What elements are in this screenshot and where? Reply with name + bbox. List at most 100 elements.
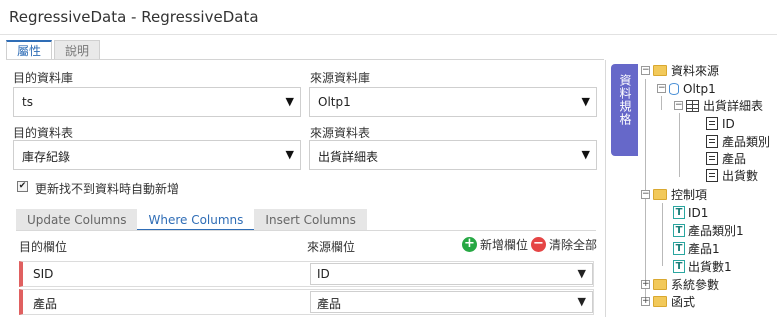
source-table-label: 來源資料表: [310, 126, 371, 140]
tree-node-field[interactable]: 出貨數: [706, 167, 758, 184]
expand-icon[interactable]: +: [641, 297, 650, 306]
tab-insert-columns[interactable]: Insert Columns: [254, 209, 367, 231]
tree-node-field[interactable]: ID: [706, 115, 735, 132]
field-icon: [706, 135, 718, 148]
tab-description[interactable]: 說明: [54, 40, 101, 60]
table-row[interactable]: 產品 產品 ▼: [19, 289, 594, 315]
folder-icon: [653, 189, 667, 200]
source-column-value: 產品: [317, 297, 342, 311]
text-control-icon: T: [673, 224, 685, 237]
tabs-divider: [6, 59, 604, 60]
tab-update-columns[interactable]: Update Columns: [16, 209, 138, 231]
plus-circle-icon: +: [462, 236, 477, 252]
tree-node-control[interactable]: T 產品類別1: [673, 222, 744, 239]
auto-insert-label: 更新找不到資料時自動新增: [35, 182, 180, 196]
data-spec-label: 資料規格: [618, 74, 632, 126]
expand-icon[interactable]: +: [641, 280, 650, 289]
auto-insert-checkbox[interactable]: ✔: [17, 181, 28, 192]
column-tabs-divider: [16, 230, 596, 231]
tree-label: 產品1: [688, 242, 720, 256]
target-db-select[interactable]: ts ▼: [13, 87, 301, 117]
target-db-label: 目的資料庫: [13, 71, 74, 85]
collapse-icon[interactable]: −: [657, 84, 666, 93]
tree-node-table[interactable]: − 出貨詳細表: [674, 97, 763, 114]
folder-icon: [653, 65, 667, 76]
tree-label: 出貨詳細表: [703, 99, 764, 113]
target-column-name: SID: [33, 267, 54, 281]
tree-node-control[interactable]: T 出貨數1: [673, 258, 732, 275]
data-spec-side-tab[interactable]: 資料規格: [611, 64, 638, 156]
tree-node-control[interactable]: T ID1: [673, 204, 708, 221]
tree-label: ID1: [688, 205, 709, 220]
field-icon: [706, 169, 718, 182]
source-db-select[interactable]: Oltp1 ▼: [309, 87, 597, 117]
field-icon: [706, 152, 718, 165]
add-column-label: 新增欄位: [480, 237, 529, 252]
target-table-select[interactable]: 庫存紀錄 ▼: [13, 140, 301, 170]
tree-label: 產品類別: [722, 135, 771, 149]
tree-label: 產品類別1: [688, 224, 744, 238]
folder-icon: [653, 279, 667, 290]
panel-divider: [605, 60, 606, 317]
tree-node-control[interactable]: T 產品1: [673, 240, 720, 257]
target-column-header: 目的欄位: [19, 240, 68, 254]
chevron-down-icon: ▼: [285, 95, 294, 108]
source-table-value: 出貨詳細表: [318, 150, 379, 164]
chevron-down-icon: ▼: [581, 95, 590, 108]
tree-node-field[interactable]: 產品類別: [706, 133, 770, 150]
source-column-select[interactable]: 產品 ▼: [310, 291, 593, 313]
window-title: RegressiveData - RegressiveData: [9, 8, 259, 26]
tree-node-field[interactable]: 產品: [706, 150, 746, 167]
collapse-icon[interactable]: −: [674, 101, 683, 110]
field-icon: [706, 117, 718, 130]
target-table-label: 目的資料表: [13, 126, 74, 140]
tree-label: 資料來源: [671, 64, 720, 78]
column-tabs: Update Columns Where Columns Insert Colu…: [16, 209, 367, 231]
table-icon: [686, 99, 699, 112]
tree-node-db[interactable]: − Oltp1: [657, 80, 716, 97]
property-tabs: 屬性 說明: [6, 40, 102, 60]
target-db-value: ts: [22, 95, 33, 109]
tree-node-data-source[interactable]: − 資料來源: [641, 62, 719, 79]
chevron-down-icon: ▼: [581, 148, 590, 161]
tree-label: 出貨數1: [688, 260, 732, 274]
source-table-select[interactable]: 出貨詳細表 ▼: [309, 140, 597, 170]
chevron-down-icon: ▼: [285, 148, 294, 161]
tree-label: 出貨數: [722, 169, 759, 183]
tree-label: Oltp1: [683, 81, 716, 96]
title-divider: [0, 34, 777, 35]
chevron-down-icon: ▼: [577, 267, 586, 280]
source-db-label: 來源資料庫: [310, 71, 371, 85]
tree-label: 產品: [722, 152, 747, 166]
source-column-value: ID: [317, 267, 330, 281]
tree-label: ID: [722, 116, 735, 131]
source-column-select[interactable]: ID ▼: [310, 263, 593, 285]
tree-label: 控制項: [671, 188, 708, 202]
tree-label: 函式: [671, 295, 696, 309]
tab-where-columns[interactable]: Where Columns: [137, 209, 255, 231]
collapse-icon[interactable]: −: [641, 66, 650, 75]
folder-icon: [653, 296, 667, 307]
table-row[interactable]: SID ID ▼: [19, 261, 594, 287]
tree-connector: [662, 203, 663, 266]
tree-node-functions[interactable]: + 函式: [641, 293, 695, 310]
source-db-value: Oltp1: [318, 95, 351, 109]
minus-circle-icon: −: [531, 236, 546, 252]
clear-all-label: 清除全部: [549, 237, 598, 252]
tree-node-controls[interactable]: − 控制項: [641, 186, 707, 203]
tree-label: 系統參數: [671, 278, 720, 292]
target-column-name: 產品: [33, 297, 58, 311]
target-table-value: 庫存紀錄: [22, 150, 71, 164]
tree-connector: [679, 113, 680, 177]
chevron-down-icon: ▼: [577, 295, 586, 308]
source-column-header: 來源欄位: [307, 240, 356, 254]
database-icon: [669, 82, 679, 95]
tree-connector: [661, 96, 662, 110]
tab-properties[interactable]: 屬性: [6, 40, 53, 60]
text-control-icon: T: [673, 206, 685, 219]
text-control-icon: T: [673, 260, 685, 273]
collapse-icon[interactable]: −: [641, 190, 650, 199]
clear-all-button[interactable]: − 清除全部: [531, 236, 597, 252]
tree-node-system-params[interactable]: + 系統參數: [641, 276, 719, 293]
add-column-button[interactable]: + 新增欄位: [462, 236, 528, 252]
